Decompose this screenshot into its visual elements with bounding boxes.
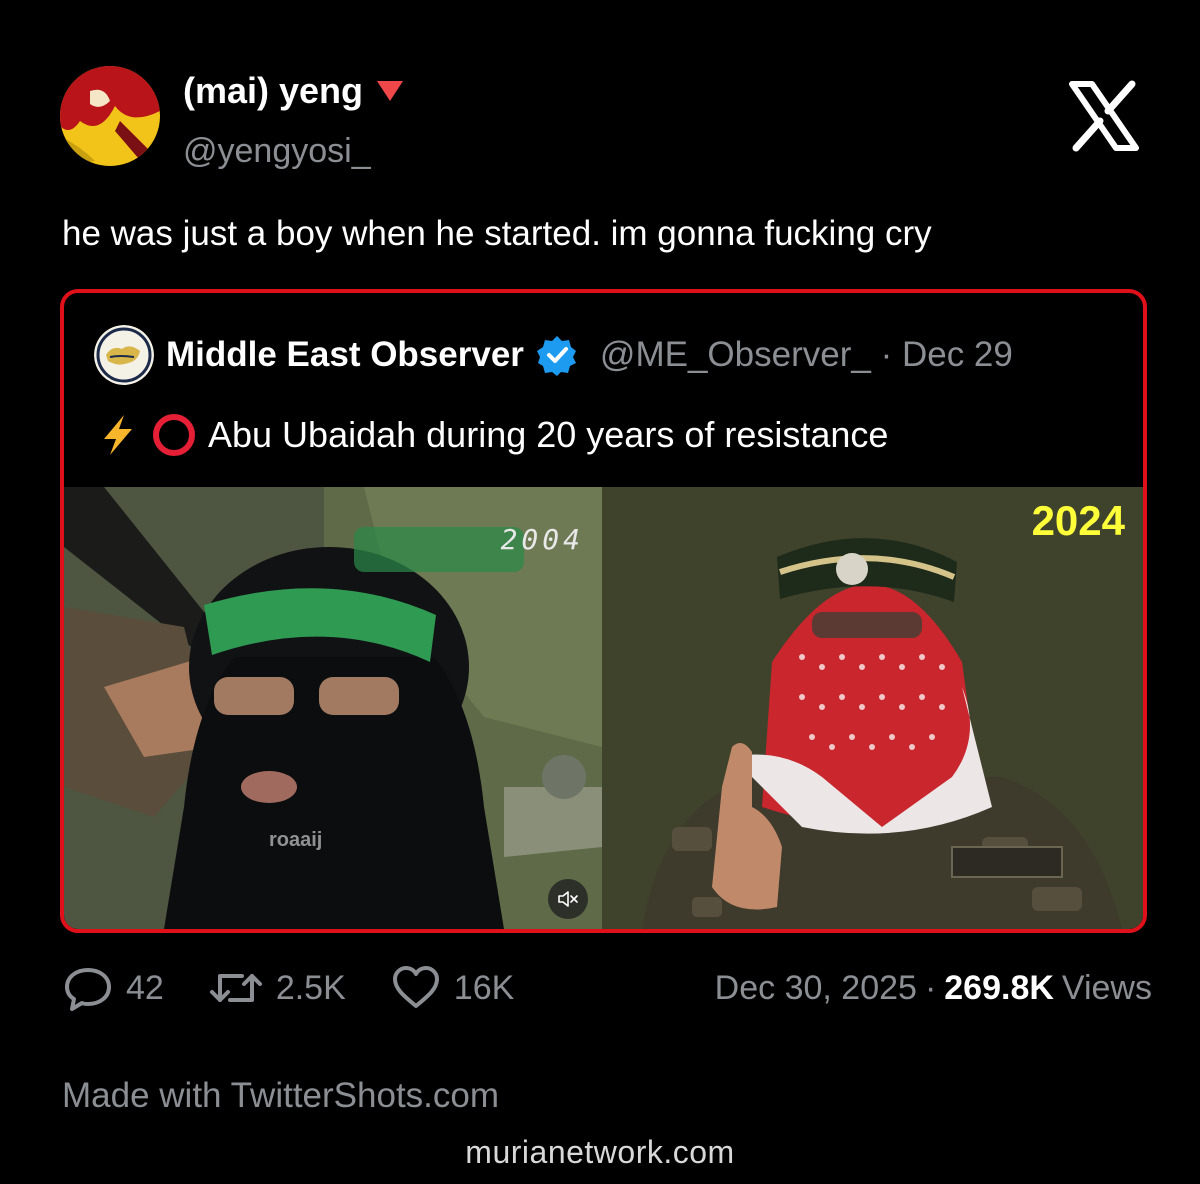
- quote-handle[interactable]: @ME_Observer_ · Dec 29: [600, 335, 1013, 375]
- right-year-label: 2024: [1031, 497, 1125, 544]
- media-right-image[interactable]: 2024: [602, 487, 1143, 929]
- quote-text: Abu Ubaidah during 20 years of resistanc…: [208, 414, 889, 455]
- x-logo-icon: [1069, 80, 1139, 152]
- image-frame-2024: [602, 487, 1143, 929]
- quote-header: Middle East Observer @ME_Observer_ · Dec…: [94, 323, 1013, 387]
- reply-button[interactable]: 42: [62, 962, 164, 1014]
- author-handle[interactable]: @yengyosi_: [183, 132, 371, 171]
- quote-display-name[interactable]: Middle East Observer: [166, 335, 524, 375]
- media-left-video[interactable]: 2004 roaaij: [64, 487, 602, 929]
- observer-logo-icon: [94, 325, 154, 385]
- quote-media[interactable]: 2004 roaaij 2024: [64, 487, 1143, 929]
- author-avatar[interactable]: [60, 66, 160, 166]
- left-year-label: 2004: [500, 523, 584, 556]
- author-name-row: (mai) yeng: [183, 70, 405, 112]
- red-triangle-icon: [377, 81, 404, 101]
- views-label: Views: [1061, 968, 1152, 1007]
- quote-avatar[interactable]: [94, 325, 154, 385]
- left-watermark: roaaij: [269, 829, 323, 851]
- quote-date: Dec 29: [901, 335, 1013, 374]
- author-display-name[interactable]: (mai) yeng: [183, 70, 363, 112]
- site-watermark: murianetwork.com: [465, 1134, 735, 1170]
- views-count: 269.8K: [944, 968, 1054, 1007]
- like-count: 16K: [453, 968, 515, 1007]
- heart-icon: [392, 966, 439, 1008]
- repost-button[interactable]: 2.5K: [208, 962, 346, 1014]
- reply-icon: [65, 968, 111, 1011]
- like-button[interactable]: 16K: [390, 962, 515, 1014]
- repost-icon: [209, 974, 262, 1002]
- tweet-text: he was just a boy when he started. im go…: [62, 214, 932, 253]
- avatar-image: [60, 66, 160, 166]
- quote-text-row: Abu Ubaidah during 20 years of resistanc…: [96, 411, 888, 459]
- reply-count: 42: [126, 968, 164, 1007]
- meta-separator: ·: [924, 968, 937, 1007]
- quote-handle-text: @ME_Observer_: [599, 335, 871, 374]
- repost-count: 2.5K: [275, 968, 346, 1007]
- quoted-tweet-card[interactable]: Middle East Observer @ME_Observer_ · Dec…: [60, 289, 1147, 933]
- quote-separator: ·: [880, 335, 893, 374]
- lightning-emoji-icon: [104, 415, 132, 455]
- tweet-meta: Dec 30, 2025 · 269.8K Views: [715, 969, 1152, 1008]
- made-with-credit[interactable]: Made with TwitterShots.com: [62, 1076, 499, 1116]
- speaker-muted-icon: [558, 891, 578, 907]
- red-circle-emoji-icon: [153, 414, 195, 456]
- verified-badge-icon: [536, 336, 576, 376]
- tweet-date[interactable]: Dec 30, 2025: [715, 969, 917, 1008]
- action-bar: 42 2.5K 16K Dec 30, 2025 · 269.8K Views: [62, 960, 1152, 1016]
- mute-button[interactable]: [548, 879, 588, 919]
